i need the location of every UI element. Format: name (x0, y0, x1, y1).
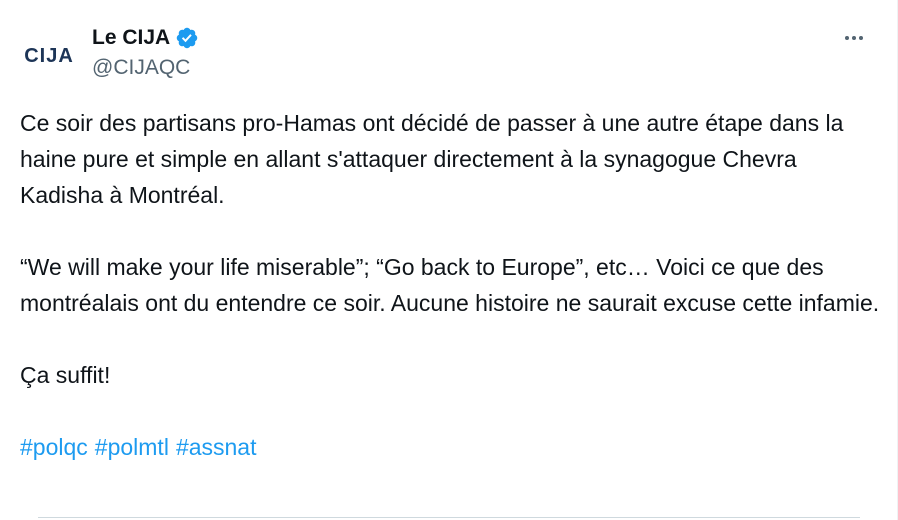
hashtag-link[interactable]: #polqc (20, 429, 88, 465)
tweet-body: Ce soir des partisans pro-Hamas ont déci… (20, 105, 880, 465)
more-dot (852, 36, 856, 40)
author-display-name[interactable]: Le CIJA (92, 26, 170, 50)
avatar-logo-text: CIJA (24, 44, 74, 67)
tweet-card: CIJA Le CIJA @CIJAQC Ce soir des partisa… (0, 0, 898, 520)
hashtag-link[interactable]: #assnat (176, 429, 257, 465)
author-handle[interactable]: @CIJAQC (92, 56, 190, 80)
hashtag-link[interactable]: #polmtl (95, 429, 169, 465)
more-dot (845, 36, 849, 40)
avatar[interactable]: CIJA (19, 28, 79, 84)
more-dot (859, 36, 863, 40)
tweet-paragraph: Ça suffit! (20, 362, 111, 388)
tweet-paragraph: Ce soir des partisans pro-Hamas ont déci… (20, 110, 844, 208)
more-options-icon[interactable] (840, 28, 868, 48)
author-name-row[interactable]: Le CIJA (92, 25, 199, 51)
tweet-paragraph: “We will make your life miserable”; “Go … (20, 254, 880, 316)
verified-badge-icon (176, 27, 198, 49)
divider (38, 517, 860, 518)
hashtag-list: #polqc #polmtl #assnat (20, 429, 880, 465)
